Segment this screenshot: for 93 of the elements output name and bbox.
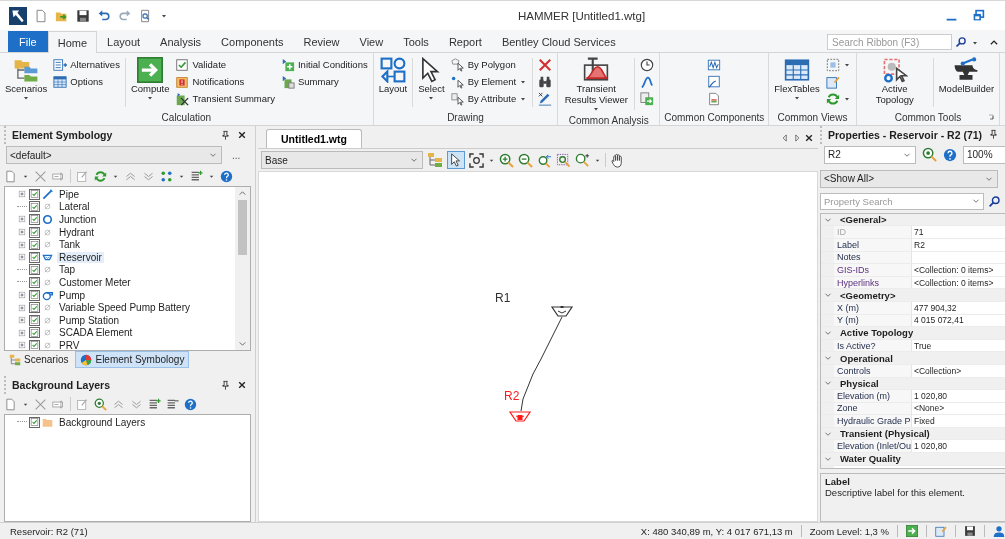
description-title: Label xyxy=(825,475,851,487)
panel-title: Properties - Reservoir - R2 (71) xyxy=(828,128,983,141)
description-text: Descriptive label for this element. xyxy=(825,486,966,498)
category-label: Operational xyxy=(839,352,893,364)
property-name: GIS-IDs xyxy=(834,264,912,276)
window-title: HAMMER [Untitled1.wtg] xyxy=(516,9,647,22)
property-value[interactable]: 4 015 072,41 xyxy=(912,315,964,326)
tree-item[interactable]: Variable Speed Pump Battery xyxy=(57,302,192,314)
ribbon-button[interactable]: FlexTables xyxy=(772,56,822,111)
node-label: R2 xyxy=(504,389,520,403)
ribbon-button[interactable]: ModelBuilder xyxy=(936,56,997,111)
ribbon-button[interactable]: Initial Conditions xyxy=(279,56,370,73)
category-label: Active Topology xyxy=(839,327,914,339)
ribbon-button[interactable]: By Attribute xyxy=(448,90,530,107)
ribbon-tab[interactable]: Tools xyxy=(393,31,439,52)
group-label: Common Tools xyxy=(893,111,963,125)
panel-title: Background Layers xyxy=(12,379,112,391)
group-label: Common Components xyxy=(663,111,766,125)
property-value[interactable]: 477 904,32 xyxy=(912,302,957,313)
ribbon-tab[interactable]: File xyxy=(8,31,48,52)
property-name: Hydraulic Grade P xyxy=(834,415,912,427)
ribbon-tab[interactable]: Report xyxy=(438,31,492,52)
category-label: Physical xyxy=(839,377,879,389)
panel-tab[interactable]: Element Symbology xyxy=(75,351,190,368)
ribbon-button[interactable]: Options xyxy=(51,73,122,90)
property-name: ID xyxy=(834,226,912,238)
tree-item[interactable]: SCADA Element xyxy=(57,327,135,339)
property-value[interactable]: <None> xyxy=(912,403,945,414)
category-label: <Geometry> xyxy=(839,289,896,301)
tree-item[interactable]: Pump xyxy=(57,289,88,301)
more-button[interactable]: ... xyxy=(228,149,245,161)
status-text: Reservoir: R2 (71) xyxy=(10,525,88,537)
tree-item[interactable]: Pump Station xyxy=(57,314,122,326)
ribbon-button[interactable]: Layout xyxy=(376,56,410,111)
group-label: Common Views xyxy=(776,111,849,125)
group-label: Calculation xyxy=(160,111,213,125)
group-label: Drawing xyxy=(446,111,485,125)
property-value[interactable]: 1 020,80 xyxy=(912,390,948,401)
ribbon-button[interactable]: Validate xyxy=(173,56,277,73)
tree-item[interactable]: PRV xyxy=(57,339,82,350)
element-dropdown[interactable]: R2 xyxy=(824,145,916,164)
ribbon-tab[interactable]: Bentley Cloud Services xyxy=(491,31,626,52)
panel-title: Element Symbology xyxy=(12,129,114,141)
tree-item[interactable]: Tap xyxy=(57,264,78,276)
ribbon-button[interactable]: By Polygon xyxy=(448,56,530,73)
category-label: Transient (Physical) xyxy=(839,428,930,440)
zoom-dropdown[interactable]: 100% xyxy=(963,145,1005,164)
tree-item[interactable]: Background Layers xyxy=(57,416,148,428)
ribbon-button[interactable]: Scenarios xyxy=(3,56,50,111)
property-name: Elevation (m) xyxy=(834,390,912,402)
ribbon-button[interactable]: Alternatives xyxy=(51,56,122,73)
property-value[interactable]: <Collection> xyxy=(912,365,962,376)
property-search-field[interactable]: Property Search xyxy=(820,192,984,210)
node-label: R1 xyxy=(495,291,511,305)
category-label: Water Quality xyxy=(839,453,901,465)
ribbon-tab[interactable]: View xyxy=(349,31,394,52)
panel-tab[interactable]: Scenarios xyxy=(4,351,74,368)
ribbon-tab[interactable]: Analysis xyxy=(150,31,212,52)
tree-item[interactable]: Customer Meter xyxy=(57,276,133,288)
scenario-dropdown[interactable]: Base xyxy=(261,151,423,169)
property-value[interactable]: <Collection: 0 items> xyxy=(912,277,994,288)
ribbon-button[interactable]: Transient Summary xyxy=(173,90,277,107)
ribbon-button[interactable]: Compute xyxy=(128,56,172,111)
ribbon-button[interactable]: Notifications xyxy=(173,73,277,90)
ribbon-tab[interactable]: Home xyxy=(47,31,98,53)
property-value[interactable]: R2 xyxy=(912,239,925,250)
property-value[interactable]: Fixed xyxy=(912,416,935,427)
tree-item[interactable]: Tank xyxy=(57,239,83,251)
tree-item[interactable]: Lateral xyxy=(57,201,92,213)
zoom-level-text: Zoom Level: 1,3 % xyxy=(809,525,889,537)
property-name: Elevation (Inlet/Ou xyxy=(834,440,912,453)
tree-item[interactable]: Reservoir xyxy=(57,251,104,263)
ribbon-tab[interactable]: Components xyxy=(211,31,294,52)
search-field[interactable]: Search Ribbon (F3) xyxy=(827,34,952,50)
tree-item[interactable]: Pipe xyxy=(57,188,81,200)
profile-dropdown[interactable]: <default> xyxy=(6,146,222,164)
property-value[interactable]: True xyxy=(912,340,932,351)
ribbon-button[interactable]: Select xyxy=(416,56,447,111)
ribbon-button[interactable]: Summary xyxy=(279,73,370,90)
ribbon-button[interactable]: By Element xyxy=(448,73,530,90)
ribbon-tab[interactable]: Review xyxy=(293,31,350,52)
tree-item[interactable]: Junction xyxy=(57,214,99,225)
ribbon-button[interactable]: Transient Results Viewer xyxy=(561,56,632,114)
group-label: Common Analysis xyxy=(567,114,650,128)
property-value[interactable]: <Collection: 0 items> xyxy=(912,264,994,275)
tree-item[interactable]: Hydrant xyxy=(57,226,96,238)
coordinates-text: X: 480 340,89 m, Y: 4 017 671,13 m xyxy=(640,525,793,537)
property-value[interactable]: 1 020,80 xyxy=(912,441,948,452)
ribbon-button[interactable]: Active Topology xyxy=(859,56,930,111)
ribbon-tab[interactable]: Layout xyxy=(97,31,151,52)
category-label: <General> xyxy=(839,214,887,226)
document-tab[interactable]: Untitled1.wtg xyxy=(266,129,362,148)
filter-dropdown[interactable]: <Show All> xyxy=(820,169,998,188)
